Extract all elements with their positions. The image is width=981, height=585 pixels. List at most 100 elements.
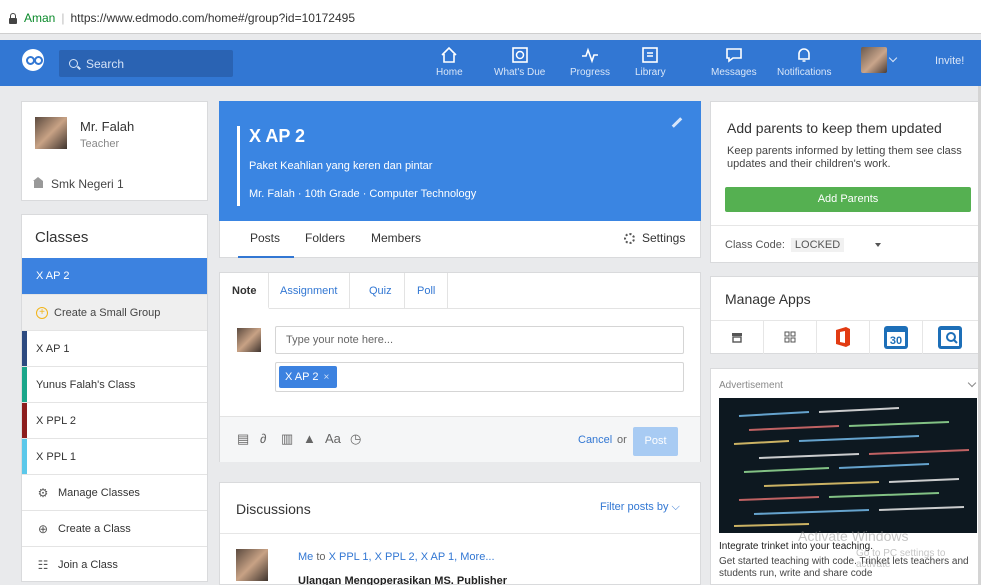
nav-library-label: Library <box>635 67 666 78</box>
create-class-link[interactable]: ⊕ Create a Class <box>22 510 207 546</box>
settings-button[interactable]: Settings <box>624 231 685 245</box>
pencil-icon[interactable] <box>671 117 683 128</box>
sidebar-item-x-ap-2[interactable]: X AP 2 <box>22 258 207 294</box>
sidebar-item-x-ppl-1[interactable]: X PPL 1 <box>22 438 207 474</box>
post-recipients: Me to X PPL 1, X PPL 2, X AP 1, More... <box>298 551 495 563</box>
class-color-bar <box>22 403 27 438</box>
plus-circle-icon: + <box>36 306 48 319</box>
recipient-chip[interactable]: X AP 2 × <box>279 366 338 388</box>
school-icon <box>33 176 43 188</box>
classes-panel: Classes X AP 2 + Create a Small Group X … <box>21 214 208 582</box>
post-author-link[interactable]: Me <box>298 551 313 563</box>
nav-messages[interactable]: Messages <box>711 45 757 83</box>
note-input[interactable]: Type your note here... <box>275 326 684 354</box>
avatar[interactable] <box>236 549 268 581</box>
drive-icon[interactable]: ▲ <box>303 431 316 446</box>
document-icon[interactable]: ▤ <box>237 431 249 447</box>
join-class-link[interactable]: ☷ Join a Class <box>22 546 207 582</box>
chevron-down-icon[interactable] <box>888 53 898 63</box>
join-class-label: Join a Class <box>58 558 118 571</box>
user-avatar[interactable] <box>861 47 887 73</box>
quiz-search-icon[interactable] <box>923 320 976 354</box>
link-icon[interactable]: ∂ <box>260 431 266 446</box>
recipient-chip-label: X AP 2 <box>285 371 319 383</box>
nav-notifications[interactable]: Notifications <box>777 45 831 83</box>
group-meta: Mr. Falah · 10th Grade · Computer Techno… <box>249 188 477 200</box>
tab-assignment[interactable]: Assignment <box>268 273 351 309</box>
chevron-down-icon[interactable] <box>967 378 977 388</box>
manage-classes-link[interactable]: ⚙ Manage Classes <box>22 474 207 510</box>
clock-icon[interactable]: ◷ <box>350 431 361 447</box>
tab-posts[interactable]: Posts <box>237 231 295 258</box>
search-placeholder: Search <box>86 56 125 71</box>
profile-card: Mr. Falah Teacher Smk Negeri 1 <box>21 101 208 201</box>
filter-posts-dropdown[interactable]: Filter posts by ⌵ <box>600 501 680 514</box>
search-icon <box>69 59 78 68</box>
create-class-label: Create a Class <box>58 522 131 535</box>
create-small-group-button[interactable]: + Create a Small Group <box>22 294 207 330</box>
office-icon[interactable] <box>817 320 870 354</box>
library-icon[interactable]: ▥ <box>281 431 293 447</box>
store-icon[interactable] <box>711 320 764 354</box>
invite-link[interactable]: Invite! <box>935 55 964 67</box>
nav-whats-due[interactable]: What's Due <box>494 45 545 83</box>
activate-windows-subtext: Go to PC settings to activate <box>856 548 946 570</box>
chevron-down-icon[interactable] <box>875 243 881 247</box>
sidebar-item-yunus-falahs-class[interactable]: Yunus Falah's Class <box>22 366 207 402</box>
cancel-button[interactable]: Cancel <box>578 434 612 446</box>
tab-note[interactable]: Note <box>220 273 270 309</box>
avatar[interactable] <box>35 117 67 149</box>
group-description: Paket Keahlian yang keren dan pintar <box>249 160 433 172</box>
group-tabs: Posts Folders Members Settings <box>219 221 701 258</box>
browser-address-bar: Aman | https://www.edmodo.com/home#/grou… <box>0 0 981 34</box>
tab-quiz[interactable]: Quiz <box>357 273 405 309</box>
tab-folders[interactable]: Folders <box>305 231 345 245</box>
post-subject: Ulangan Mengoperasikan MS. Publisher <box>298 575 508 585</box>
url-text[interactable]: https://www.edmodo.com/home#/group?id=10… <box>70 11 355 25</box>
class-color-bar <box>22 439 27 474</box>
font-icon[interactable]: Aa <box>325 431 341 446</box>
advertisement-label: Advertisement <box>719 380 783 391</box>
class-code-label: Class Code: <box>725 239 785 251</box>
manage-apps-title[interactable]: Manage Apps <box>725 291 811 307</box>
profile-school[interactable]: Smk Negeri 1 <box>33 176 124 191</box>
nav-progress[interactable]: Progress <box>570 45 610 83</box>
sidebar-item-x-ppl-2[interactable]: X PPL 2 <box>22 402 207 438</box>
chevron-down-icon: ⌵ <box>671 501 680 513</box>
edmodo-logo-icon[interactable] <box>22 49 44 71</box>
gear-icon <box>624 232 635 244</box>
tab-poll[interactable]: Poll <box>405 273 449 309</box>
add-parents-button[interactable]: Add Parents <box>725 187 971 212</box>
close-icon[interactable]: × <box>323 372 329 383</box>
nav-library[interactable]: Library <box>635 45 666 83</box>
users-icon: ☷ <box>37 557 49 572</box>
add-parents-text: Keep parents informed by letting them se… <box>727 145 962 170</box>
profile-name[interactable]: Mr. Falah <box>80 119 134 134</box>
or-text: or <box>617 434 627 446</box>
grid-icon[interactable] <box>764 320 817 354</box>
banner-accent-bar <box>237 126 240 206</box>
tab-members[interactable]: Members <box>371 231 421 245</box>
post-recipients-link[interactable]: X PPL 1, X PPL 2, X AP 1, More... <box>329 551 495 563</box>
nav-home[interactable]: Home <box>436 45 463 83</box>
sidebar-item-x-ap-1[interactable]: X AP 1 <box>22 330 207 366</box>
url-box[interactable]: Aman | https://www.edmodo.com/home#/grou… <box>8 8 355 28</box>
home-icon <box>439 45 459 65</box>
create-small-group-label: Create a Small Group <box>54 306 161 319</box>
code-screenshot-image[interactable] <box>719 398 977 533</box>
top-nav: Search Home What's Due Progress Library … <box>0 40 981 86</box>
discussions-panel: Discussions Filter posts by ⌵ Me to X PP… <box>219 482 701 585</box>
sidebar-item-label: X AP 1 <box>36 342 70 355</box>
plus-circle-icon: ⊕ <box>37 521 49 536</box>
nav-whats-due-label: What's Due <box>494 67 546 78</box>
recipient-field[interactable]: X AP 2 × <box>275 362 684 392</box>
search-input[interactable]: Search <box>59 50 233 77</box>
class-color-bar <box>22 367 27 402</box>
discussions-title: Discussions <box>236 501 311 517</box>
secure-label: Aman <box>24 11 56 25</box>
post-button[interactable]: Post <box>633 427 678 456</box>
class-color-bar <box>22 331 27 366</box>
post-composer: Note Assignment Quiz Poll Type your note… <box>219 272 701 462</box>
calendar-30-icon[interactable]: 30 <box>870 320 923 354</box>
bell-icon <box>794 45 814 65</box>
